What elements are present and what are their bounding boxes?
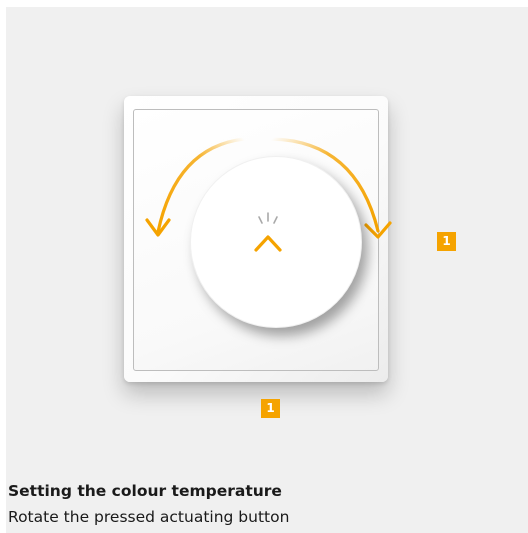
caption-title: Setting the colour temperature [8,482,282,500]
press-burst-icon [258,212,278,224]
caption-subtitle: Rotate the pressed actuating button [8,508,290,526]
switch-illustration: 1 1 [6,7,528,437]
callout-badge-right: 1 [437,232,456,251]
press-overlay [254,212,282,387]
press-up-arrow-icon [254,235,282,387]
callout-badge-bottom: 1 [261,399,280,418]
illustration-card: 1 1 [6,7,528,533]
